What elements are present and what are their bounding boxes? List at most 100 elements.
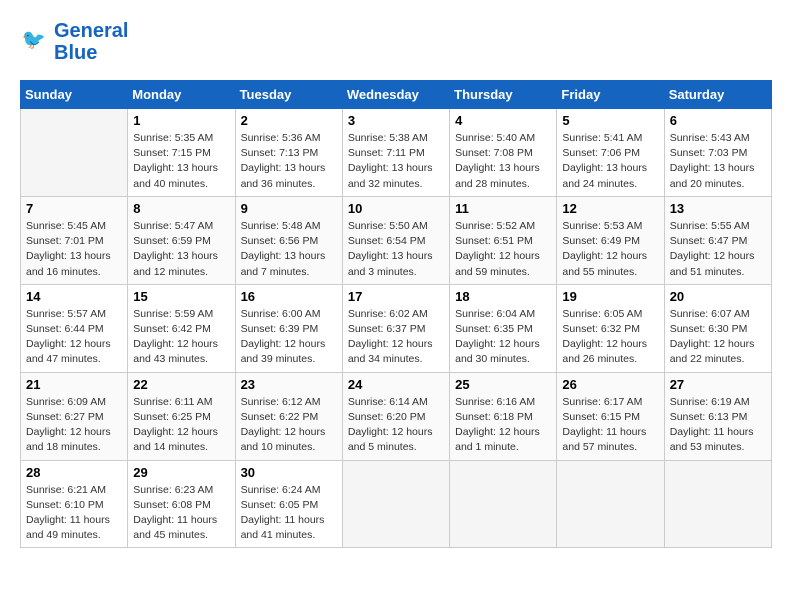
day-info: Sunrise: 5:36 AM Sunset: 7:13 PM Dayligh… [241,131,337,192]
day-number: 16 [241,289,337,304]
calendar-cell [557,460,664,548]
day-info: Sunrise: 6:11 AM Sunset: 6:25 PM Dayligh… [133,395,229,456]
calendar-cell: 18 Sunrise: 6:04 AM Sunset: 6:35 PM Dayli… [450,284,557,372]
calendar-cell [664,460,771,548]
day-info: Sunrise: 6:00 AM Sunset: 6:39 PM Dayligh… [241,307,337,368]
day-number: 26 [562,377,658,392]
calendar-cell: 29 Sunrise: 6:23 AM Sunset: 6:08 PM Dayli… [128,460,235,548]
weekday-header-thursday: Thursday [450,81,557,109]
logo-icon: 🐦 [20,25,50,60]
logo-text: General Blue [54,20,128,64]
calendar-cell: 23 Sunrise: 6:12 AM Sunset: 6:22 PM Dayli… [235,372,342,460]
day-info: Sunrise: 5:38 AM Sunset: 7:11 PM Dayligh… [348,131,444,192]
day-number: 5 [562,113,658,128]
day-number: 13 [670,201,766,216]
calendar-cell: 10Sunrise: 5:50 AM Sunset: 6:54 PM Dayli… [342,196,449,284]
day-number: 28 [26,465,122,480]
day-number: 2 [241,113,337,128]
day-info: Sunrise: 6:21 AM Sunset: 6:10 PM Dayligh… [26,483,122,544]
day-number: 21 [26,377,122,392]
calendar-week-row: 14 Sunrise: 5:57 AM Sunset: 6:44 PM Dayli… [21,284,772,372]
calendar-cell: 4 Sunrise: 5:40 AM Sunset: 7:08 PM Daylig… [450,109,557,197]
calendar-week-row: 21Sunrise: 6:09 AM Sunset: 6:27 PM Dayli… [21,372,772,460]
calendar-week-row: 7 Sunrise: 5:45 AM Sunset: 7:01 PM Daylig… [21,196,772,284]
day-number: 27 [670,377,766,392]
calendar-cell: 24Sunrise: 6:14 AM Sunset: 6:20 PM Dayli… [342,372,449,460]
day-info: Sunrise: 5:47 AM Sunset: 6:59 PM Dayligh… [133,219,229,280]
day-number: 30 [241,465,337,480]
day-info: Sunrise: 6:17 AM Sunset: 6:15 PM Dayligh… [562,395,658,456]
weekday-header-tuesday: Tuesday [235,81,342,109]
day-info: Sunrise: 6:07 AM Sunset: 6:30 PM Dayligh… [670,307,766,368]
day-number: 9 [241,201,337,216]
day-number: 14 [26,289,122,304]
day-info: Sunrise: 6:23 AM Sunset: 6:08 PM Dayligh… [133,483,229,544]
calendar-cell: 1 Sunrise: 5:35 AM Sunset: 7:15 PM Daylig… [128,109,235,197]
calendar-cell: 17 Sunrise: 6:02 AM Sunset: 6:37 PM Dayli… [342,284,449,372]
calendar-cell: 28 Sunrise: 6:21 AM Sunset: 6:10 PM Dayli… [21,460,128,548]
calendar-header-row: SundayMondayTuesdayWednesdayThursdayFrid… [21,81,772,109]
calendar-cell: 25Sunrise: 6:16 AM Sunset: 6:18 PM Dayli… [450,372,557,460]
day-info: Sunrise: 5:43 AM Sunset: 7:03 PM Dayligh… [670,131,766,192]
calendar-cell: 3 Sunrise: 5:38 AM Sunset: 7:11 PM Daylig… [342,109,449,197]
day-number: 7 [26,201,122,216]
day-info: Sunrise: 6:19 AM Sunset: 6:13 PM Dayligh… [670,395,766,456]
day-number: 17 [348,289,444,304]
day-number: 20 [670,289,766,304]
calendar-cell: 7 Sunrise: 5:45 AM Sunset: 7:01 PM Daylig… [21,196,128,284]
calendar-cell: 13 Sunrise: 5:55 AM Sunset: 6:47 PM Dayli… [664,196,771,284]
day-info: Sunrise: 6:12 AM Sunset: 6:22 PM Dayligh… [241,395,337,456]
calendar-cell: 11 Sunrise: 5:52 AM Sunset: 6:51 PM Dayli… [450,196,557,284]
day-number: 12 [562,201,658,216]
calendar-cell: 6 Sunrise: 5:43 AM Sunset: 7:03 PM Daylig… [664,109,771,197]
day-info: Sunrise: 6:04 AM Sunset: 6:35 PM Dayligh… [455,307,551,368]
calendar-cell [21,109,128,197]
weekday-header-sunday: Sunday [21,81,128,109]
day-number: 6 [670,113,766,128]
day-info: Sunrise: 5:41 AM Sunset: 7:06 PM Dayligh… [562,131,658,192]
day-info: Sunrise: 5:59 AM Sunset: 6:42 PM Dayligh… [133,307,229,368]
day-number: 29 [133,465,229,480]
day-number: 24 [348,377,444,392]
day-number: 18 [455,289,551,304]
day-number: 1 [133,113,229,128]
calendar-cell: 21Sunrise: 6:09 AM Sunset: 6:27 PM Dayli… [21,372,128,460]
day-number: 4 [455,113,551,128]
day-number: 8 [133,201,229,216]
calendar-cell: 2 Sunrise: 5:36 AM Sunset: 7:13 PM Daylig… [235,109,342,197]
day-number: 11 [455,201,551,216]
day-info: Sunrise: 5:57 AM Sunset: 6:44 PM Dayligh… [26,307,122,368]
calendar-cell: 22 Sunrise: 6:11 AM Sunset: 6:25 PM Dayli… [128,372,235,460]
calendar-cell: 12 Sunrise: 5:53 AM Sunset: 6:49 PM Dayli… [557,196,664,284]
calendar-cell: 16 Sunrise: 6:00 AM Sunset: 6:39 PM Dayli… [235,284,342,372]
day-info: Sunrise: 5:53 AM Sunset: 6:49 PM Dayligh… [562,219,658,280]
calendar-cell [342,460,449,548]
day-number: 15 [133,289,229,304]
weekday-header-saturday: Saturday [664,81,771,109]
weekday-header-wednesday: Wednesday [342,81,449,109]
calendar-week-row: 1 Sunrise: 5:35 AM Sunset: 7:15 PM Daylig… [21,109,772,197]
day-info: Sunrise: 5:48 AM Sunset: 6:56 PM Dayligh… [241,219,337,280]
calendar-cell: 14 Sunrise: 5:57 AM Sunset: 6:44 PM Dayli… [21,284,128,372]
day-info: Sunrise: 6:02 AM Sunset: 6:37 PM Dayligh… [348,307,444,368]
day-info: Sunrise: 5:45 AM Sunset: 7:01 PM Dayligh… [26,219,122,280]
day-number: 10 [348,201,444,216]
calendar-cell: 5 Sunrise: 5:41 AM Sunset: 7:06 PM Daylig… [557,109,664,197]
calendar-cell: 27 Sunrise: 6:19 AM Sunset: 6:13 PM Dayli… [664,372,771,460]
day-info: Sunrise: 6:05 AM Sunset: 6:32 PM Dayligh… [562,307,658,368]
day-number: 22 [133,377,229,392]
day-number: 23 [241,377,337,392]
day-number: 3 [348,113,444,128]
day-info: Sunrise: 6:16 AM Sunset: 6:18 PM Dayligh… [455,395,551,456]
weekday-header-friday: Friday [557,81,664,109]
day-info: Sunrise: 6:24 AM Sunset: 6:05 PM Dayligh… [241,483,337,544]
day-info: Sunrise: 5:35 AM Sunset: 7:15 PM Dayligh… [133,131,229,192]
calendar-table: SundayMondayTuesdayWednesdayThursdayFrid… [20,80,772,548]
day-info: Sunrise: 5:52 AM Sunset: 6:51 PM Dayligh… [455,219,551,280]
svg-text:🐦: 🐦 [22,29,46,51]
day-info: Sunrise: 5:55 AM Sunset: 6:47 PM Dayligh… [670,219,766,280]
weekday-header-monday: Monday [128,81,235,109]
day-info: Sunrise: 5:40 AM Sunset: 7:08 PM Dayligh… [455,131,551,192]
calendar-cell: 9 Sunrise: 5:48 AM Sunset: 6:56 PM Daylig… [235,196,342,284]
day-number: 19 [562,289,658,304]
